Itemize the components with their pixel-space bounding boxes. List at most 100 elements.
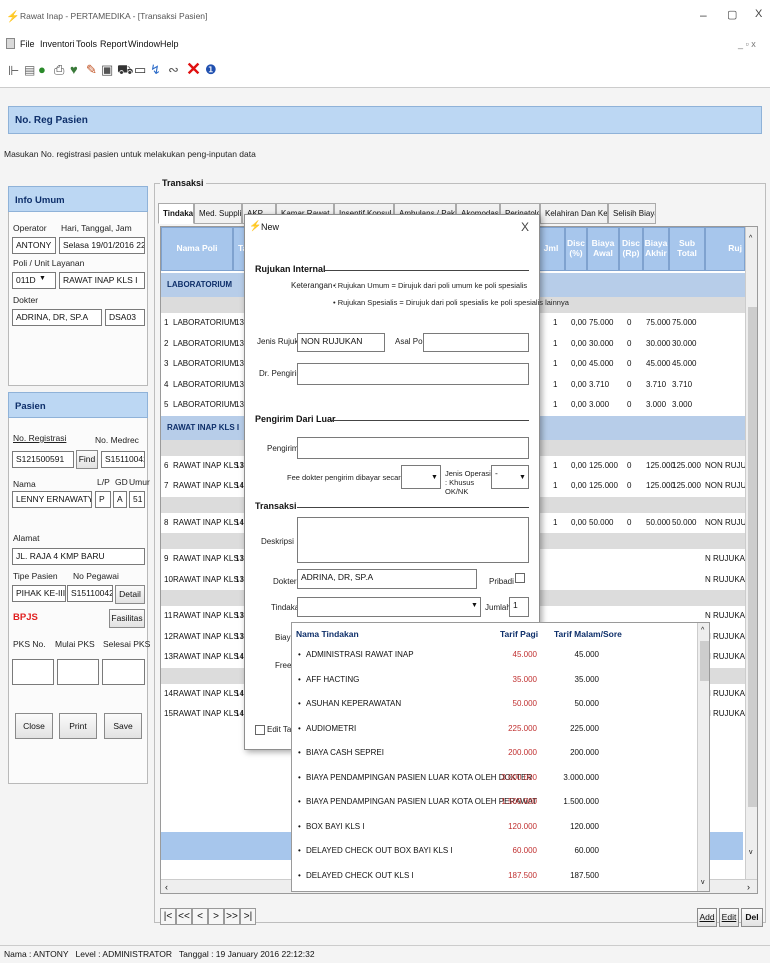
heart-icon[interactable]: ♥ (70, 62, 78, 77)
dd-scroll-down-icon[interactable]: v (701, 879, 705, 886)
nav-next-page[interactable]: >> (224, 908, 240, 925)
dd-list-item[interactable]: • AFF HACTING 35.000 35.000 (292, 668, 697, 691)
ambulance-icon[interactable]: ⛟ (117, 62, 133, 80)
minimize-button[interactable]: – (700, 8, 707, 22)
nav-prev-page[interactable]: << (176, 908, 192, 925)
dd-list-item[interactable]: • ADMINISTRASI RAWAT INAP 45.000 45.000 (292, 643, 697, 666)
dd-list-item[interactable]: • DELAYED CHECK OUT KLS I 187.500 187.500 (292, 864, 697, 887)
dd-list-item[interactable]: • BIAYA PENDAMPINGAN PASIEN LUAR KOTA OLE… (292, 766, 697, 789)
tindakan-select[interactable] (297, 597, 481, 617)
nav-last[interactable]: >| (240, 908, 256, 925)
menu-report[interactable]: Report (100, 39, 127, 49)
dd-list-item[interactable]: • BOX BAYI KLS I 120.000 120.000 (292, 815, 697, 838)
stethoscope-icon[interactable]: ∾ (168, 62, 179, 78)
report-icon[interactable]: ▣ (101, 62, 113, 78)
detail-button[interactable]: Detail (115, 585, 145, 604)
noreg-field[interactable]: S121500591 (12, 451, 74, 468)
fee-dropdown-icon[interactable]: ▼ (431, 474, 438, 481)
date-field[interactable]: Selasa 19/01/2016 22:12 (59, 237, 145, 254)
dd-scrollbar[interactable]: ^ v (697, 623, 709, 891)
dokter-code-field[interactable]: DSA03 (105, 309, 145, 326)
close-window-button[interactable]: X (755, 8, 762, 20)
tab-selisih-biaya[interactable]: Selisih Biaya (608, 203, 656, 224)
edit-tarif-checkbox[interactable] (255, 725, 265, 735)
dd-list-item[interactable]: • BIAYA CASH SEPREI 200.000 200.000 (292, 741, 697, 764)
pks-field[interactable] (12, 659, 54, 685)
syringe-icon[interactable]: ✎ (86, 62, 97, 78)
operator-field[interactable]: ANTONY (12, 237, 56, 254)
nav-first[interactable]: |< (160, 908, 176, 925)
tab-med-supplies[interactable]: Med. Supplies (194, 203, 242, 224)
col-disc-pct[interactable]: Disc (%) (565, 227, 587, 271)
menu-inventori[interactable]: Inventori (40, 39, 75, 49)
info-icon[interactable]: ❶ (205, 62, 217, 78)
col-disc-rp[interactable]: Disc (Rp) (619, 227, 643, 271)
globe-icon[interactable]: ● (38, 62, 46, 77)
delete-icon[interactable]: ✕ (186, 59, 201, 80)
edit-button[interactable]: Edit (719, 908, 739, 927)
printer-icon[interactable]: ⎙ (54, 62, 64, 78)
tab-kelahiran[interactable]: Kelahiran Dan Kematian (540, 203, 608, 224)
mulai-pks-field[interactable] (57, 659, 99, 685)
nopeg-field[interactable]: S15110042 (67, 585, 113, 602)
dd-list-item[interactable]: • AUDIOMETRI 225.000 225.000 (292, 717, 697, 740)
menu-window[interactable]: Window (128, 39, 160, 49)
asal-poli-field[interactable] (423, 333, 529, 352)
add-button[interactable]: Add (697, 908, 717, 927)
deskripsi-field[interactable] (297, 517, 529, 563)
lp-field[interactable]: P (95, 491, 111, 508)
scroll-thumb[interactable] (748, 307, 757, 807)
dd-list-item[interactable]: • ASUHAN KEPERAWATAN 50.000 50.000 (292, 692, 697, 715)
delete-button[interactable]: Del (741, 908, 763, 927)
umur-field[interactable]: 51 (129, 491, 145, 508)
nomedrec-field[interactable]: S15110042 (101, 451, 145, 468)
poli-dropdown-icon[interactable]: ▼ (39, 275, 46, 282)
arrow-icon[interactable]: ↯ (150, 62, 161, 78)
jumlah-field[interactable]: 1 (509, 597, 529, 617)
form-icon[interactable]: ▤ (24, 63, 35, 77)
mdi-controls[interactable]: _ ▫ x (738, 39, 756, 49)
menu-help[interactable]: Help (160, 39, 179, 49)
poli-name-field[interactable]: RAWAT INAP KLS I (59, 272, 145, 289)
entry-icon[interactable]: ⊩ (8, 63, 19, 79)
dokter-dialog-field[interactable]: ADRINA, DR, SP.A (297, 569, 477, 589)
fasilitas-button[interactable]: Fasilitas (109, 609, 145, 628)
scroll-left-icon[interactable]: ‹ (165, 882, 168, 892)
dd-scroll-thumb[interactable] (700, 641, 709, 681)
tab-tindakan[interactable]: Tindakan (158, 203, 194, 224)
col-sub-total[interactable]: Sub Total (669, 227, 705, 271)
selesai-pks-field[interactable] (102, 659, 145, 685)
tipe-field[interactable]: PIHAK KE-III NON C (12, 585, 66, 602)
col-biaya-awal[interactable]: Biaya Awal (587, 227, 619, 271)
col-nama-poli[interactable]: Nama Poli (161, 227, 233, 271)
dd-list-item[interactable]: • BIAYA PENDAMPINGAN PASIEN LUAR KOTA OLE… (292, 790, 697, 813)
pengirim-field[interactable] (297, 437, 529, 459)
gd-field[interactable]: A (113, 491, 127, 508)
box-icon[interactable]: ▭ (134, 62, 146, 78)
maximize-button[interactable]: ▢ (727, 8, 737, 21)
nav-prev[interactable]: < (192, 908, 208, 925)
grid-vscrollbar[interactable]: ^ v (745, 227, 757, 879)
col-rujukan[interactable]: Ruj (705, 227, 745, 271)
dialog-close-button[interactable]: X (521, 220, 529, 234)
scroll-down-icon[interactable]: v (749, 849, 753, 856)
poli-code-field[interactable]: 011D (12, 272, 56, 289)
dd-scroll-up-icon[interactable]: ^ (701, 627, 704, 634)
alamat-field[interactable]: JL. RAJA 4 KMP BARU (12, 548, 145, 565)
tindakan-dropdown-icon[interactable]: ▼ (471, 602, 478, 609)
save-button[interactable]: Save (104, 713, 142, 739)
dd-list-item[interactable]: • DELAYED CHECK OUT BOX BAYI KLS I 60.000 6… (292, 839, 697, 862)
col-biaya-akhir[interactable]: Biaya Akhir (643, 227, 669, 271)
pribadi-checkbox[interactable] (515, 573, 525, 583)
dokter-field[interactable]: ADRINA, DR, SP.A (12, 309, 102, 326)
print-button[interactable]: Print (59, 713, 97, 739)
scroll-right-icon[interactable]: › (747, 882, 750, 892)
jenis-rujukan-field[interactable]: NON RUJUKAN (297, 333, 385, 352)
close-button[interactable]: Close (15, 713, 53, 739)
nav-next[interactable]: > (208, 908, 224, 925)
scroll-up-icon[interactable]: ^ (749, 235, 752, 242)
col-jml[interactable]: Jml (537, 227, 565, 271)
jenis-operasi-dropdown-icon[interactable]: ▼ (519, 474, 526, 481)
menu-file[interactable]: File (20, 39, 35, 49)
nama-field[interactable]: LENNY ERNAWATY (12, 491, 92, 508)
